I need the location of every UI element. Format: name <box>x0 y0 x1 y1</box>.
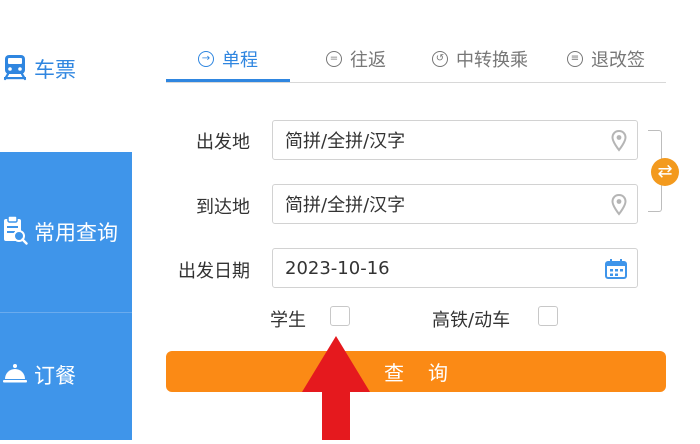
location-pin-icon[interactable] <box>611 193 627 221</box>
clipboard-search-icon <box>2 215 28 249</box>
tab-label: 往返 <box>350 50 386 71</box>
from-station-input[interactable]: 简拼/全拼/汉字 <box>272 120 638 160</box>
sidebar-item-tickets[interactable]: 车票 <box>0 0 132 152</box>
departure-date-value: 2023-10-16 <box>285 257 390 279</box>
tab-label: 中转换乘 <box>456 50 528 71</box>
sidebar: 车票 常用查询 订餐 <box>0 0 132 440</box>
sidebar-item-common-query[interactable]: 常用查询 <box>0 152 132 312</box>
date-label: 出发日期 <box>178 261 250 282</box>
search-button[interactable]: 查询 <box>166 351 666 392</box>
refund-change-icon: ≡ <box>567 51 583 67</box>
sidebar-item-label: 车票 <box>34 58 76 82</box>
sidebar-item-label: 订餐 <box>34 363 76 388</box>
arrow-right-circle-icon: → <box>198 51 214 67</box>
annotation-arrow-icon <box>300 334 372 440</box>
train-icon <box>2 53 28 85</box>
calendar-icon[interactable] <box>605 259 627 284</box>
tab-one-way[interactable]: → 单程 <box>166 38 290 82</box>
tab-refund-change[interactable]: ≡ 退改签 <box>556 38 656 80</box>
transfer-icon: ↺ <box>432 51 448 67</box>
swap-stations-button[interactable]: ⇄ <box>651 158 679 186</box>
tab-label: 单程 <box>222 50 258 71</box>
trip-type-tabs: → 单程 = 往返 ↺ 中转换乘 ≡ 退改签 <box>166 38 666 83</box>
from-station-value: 简拼/全拼/汉字 <box>285 131 406 152</box>
tab-transfer[interactable]: ↺ 中转换乘 <box>421 38 539 80</box>
food-cover-icon <box>2 361 28 389</box>
from-label: 出发地 <box>196 132 250 153</box>
to-station-value: 简拼/全拼/汉字 <box>285 195 406 216</box>
swap-icon: ⇄ <box>657 161 673 182</box>
tab-label: 退改签 <box>591 50 645 71</box>
sidebar-item-meal[interactable]: 订餐 <box>0 312 132 440</box>
to-label: 到达地 <box>196 197 250 218</box>
highspeed-checkbox[interactable] <box>538 306 558 326</box>
student-label: 学生 <box>270 310 306 331</box>
highspeed-label: 高铁/动车 <box>432 310 511 331</box>
tab-round-trip[interactable]: = 往返 <box>306 38 406 80</box>
student-checkbox[interactable] <box>330 306 350 326</box>
sidebar-item-label: 常用查询 <box>34 221 118 245</box>
location-pin-icon[interactable] <box>611 129 627 157</box>
to-station-input[interactable]: 简拼/全拼/汉字 <box>272 184 638 224</box>
search-button-label: 查询 <box>384 361 472 385</box>
departure-date-input[interactable]: 2023-10-16 <box>272 248 638 288</box>
round-trip-icon: = <box>326 51 342 67</box>
